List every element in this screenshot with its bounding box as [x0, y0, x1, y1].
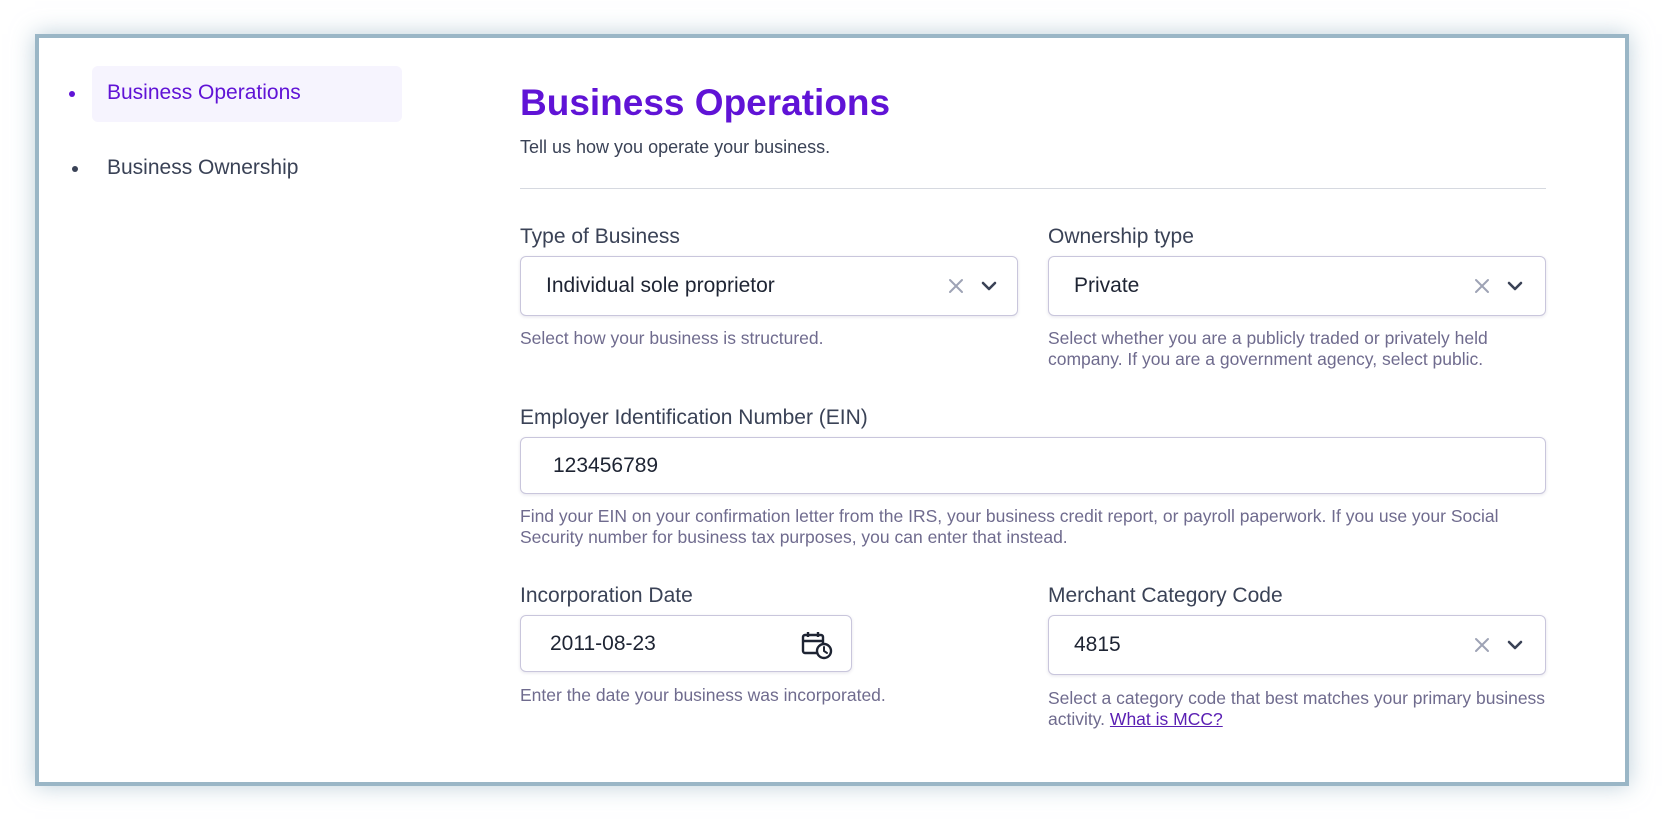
sidebar-item-business-operations[interactable]: Business Operations — [69, 66, 402, 122]
sidebar-item-business-ownership[interactable]: Business Ownership — [57, 141, 402, 197]
type-of-business-value: Individual sole proprietor — [546, 274, 775, 297]
page-title: Business Operations — [520, 82, 891, 123]
type-of-business-help: Select how your business is structured. — [520, 328, 824, 348]
type-of-business-label: Type of Business — [520, 225, 680, 248]
mcc-help: Select a category code that best matches… — [1048, 688, 1546, 730]
sidebar-item-label: Business Operations — [107, 81, 301, 104]
bullet-icon — [69, 91, 75, 97]
mcc-value: 4815 — [1074, 633, 1121, 656]
what-is-mcc-link[interactable]: What is MCC? — [1110, 709, 1223, 729]
mcc-label: Merchant Category Code — [1048, 584, 1283, 607]
ein-input[interactable]: 123456789 — [520, 437, 1546, 494]
divider — [520, 188, 1546, 189]
chevron-down-icon[interactable] — [980, 280, 998, 292]
incorporation-date-input[interactable]: 2011-08-23 — [520, 615, 852, 672]
close-icon[interactable] — [1473, 277, 1491, 295]
page-subtitle: Tell us how you operate your business. — [520, 137, 831, 157]
sidebar-item-label: Business Ownership — [107, 156, 299, 179]
ownership-type-select[interactable]: Private — [1048, 256, 1546, 316]
ownership-type-label: Ownership type — [1048, 225, 1194, 248]
incorporation-date-label: Incorporation Date — [520, 584, 693, 607]
type-of-business-select[interactable]: Individual sole proprietor — [520, 256, 1018, 316]
bullet-icon — [72, 166, 78, 172]
ein-help: Find your EIN on your confirmation lette… — [520, 506, 1499, 547]
close-icon[interactable] — [947, 277, 965, 295]
calendar-clock-icon[interactable] — [801, 630, 833, 660]
close-icon[interactable] — [1473, 636, 1491, 654]
ownership-type-help: Select whether you are a publicly traded… — [1048, 328, 1488, 369]
chevron-down-icon[interactable] — [1506, 639, 1524, 651]
ein-value: 123456789 — [553, 453, 659, 477]
ownership-type-value: Private — [1074, 274, 1140, 297]
incorporation-date-help: Enter the date your business was incorpo… — [520, 685, 886, 705]
ein-label: Employer Identification Number (EIN) — [520, 406, 868, 429]
chevron-down-icon[interactable] — [1506, 280, 1524, 292]
incorporation-date-value: 2011-08-23 — [550, 631, 656, 655]
mcc-select[interactable]: 4815 — [1048, 615, 1546, 675]
